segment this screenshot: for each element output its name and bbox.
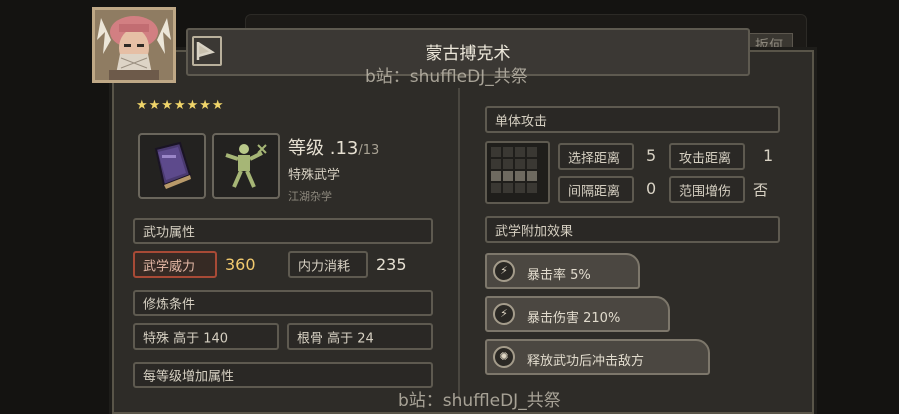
cost-label: 内力消耗 bbox=[298, 259, 351, 274]
attributes-title: 武功属性 bbox=[143, 225, 196, 241]
cost-label-frame: 内力消耗 bbox=[288, 251, 368, 278]
attack-range-label: 攻击距离 bbox=[679, 151, 732, 166]
power-label: 武学威力 bbox=[143, 259, 196, 274]
interval-frame: 间隔距离 bbox=[558, 176, 634, 203]
attack-range-value: 1 bbox=[763, 146, 774, 165]
level-current: .13 bbox=[329, 138, 359, 159]
level-max: /13 bbox=[358, 143, 380, 158]
lightning-icon: ⚡ bbox=[493, 260, 515, 282]
select-range-value: 5 bbox=[646, 146, 657, 165]
effect-text: 暴击伤害 210% bbox=[527, 311, 621, 326]
attributes-section-header: 武功属性 bbox=[133, 218, 433, 244]
level-label: 等级 .13/13 bbox=[288, 134, 379, 160]
skill-book-icon bbox=[138, 133, 206, 199]
martial-stance-icon bbox=[212, 133, 280, 199]
select-range-frame: 选择距离 bbox=[558, 143, 634, 170]
interval-label: 间隔距离 bbox=[568, 184, 621, 199]
cost-value: 235 bbox=[376, 255, 407, 274]
interval-value: 0 bbox=[646, 179, 657, 198]
requirement-item: 根骨 高于 24 bbox=[287, 323, 433, 350]
burst-icon: ✺ bbox=[493, 346, 515, 368]
effect-item: ⚡ 暴击伤害 210% bbox=[485, 296, 670, 332]
level-text: 等级 bbox=[288, 138, 324, 159]
requirements-title: 修炼条件 bbox=[143, 297, 196, 313]
attack-range-frame: 攻击距离 bbox=[669, 143, 745, 170]
avatar bbox=[92, 7, 176, 83]
effect-text: 暴击率 5% bbox=[527, 268, 591, 283]
requirement-2: 根骨 高于 24 bbox=[297, 331, 374, 346]
watermark-bottom: b站：shuffleDJ_共祭 bbox=[398, 391, 561, 411]
subcategory-label: 江湖杂学 bbox=[288, 190, 332, 203]
area-damage-label: 范围增伤 bbox=[679, 184, 732, 199]
category-label: 特殊武学 bbox=[288, 168, 341, 183]
power-value: 360 bbox=[225, 255, 256, 274]
effects-header: 武学附加效果 bbox=[485, 216, 780, 243]
effects-title: 武学附加效果 bbox=[495, 224, 574, 239]
effect-item: ⚡ 暴击率 5% bbox=[485, 253, 640, 289]
star-rating: ★★★★★★★ bbox=[136, 98, 225, 113]
effect-text: 释放武功后冲击敌方 bbox=[527, 354, 645, 369]
power-label-frame: 武学威力 bbox=[133, 251, 217, 278]
per-level-title: 每等级增加属性 bbox=[143, 369, 235, 385]
column-divider bbox=[458, 88, 460, 400]
area-damage-value: 否 bbox=[753, 181, 769, 199]
lightning-icon: ⚡ bbox=[493, 303, 515, 325]
requirement-item: 特殊 高于 140 bbox=[133, 323, 279, 350]
watermark: b站：shuffleDJ_共祭 bbox=[365, 67, 528, 87]
skill-title: 蒙古搏克术 bbox=[425, 44, 511, 64]
attack-range-grid bbox=[485, 141, 550, 204]
per-level-section-header: 每等级增加属性 bbox=[133, 362, 433, 388]
avatar-portrait-icon bbox=[95, 10, 173, 80]
range-grid-icon bbox=[491, 147, 537, 193]
requirements-section-header: 修炼条件 bbox=[133, 290, 433, 316]
select-range-label: 选择距离 bbox=[568, 151, 621, 166]
effect-item: ✺ 释放武功后冲击敌方 bbox=[485, 339, 710, 375]
attack-type-header: 单体攻击 bbox=[485, 106, 780, 133]
requirement-1: 特殊 高于 140 bbox=[143, 331, 229, 346]
attack-type: 单体攻击 bbox=[495, 114, 548, 129]
area-damage-frame: 范围增伤 bbox=[669, 176, 745, 203]
